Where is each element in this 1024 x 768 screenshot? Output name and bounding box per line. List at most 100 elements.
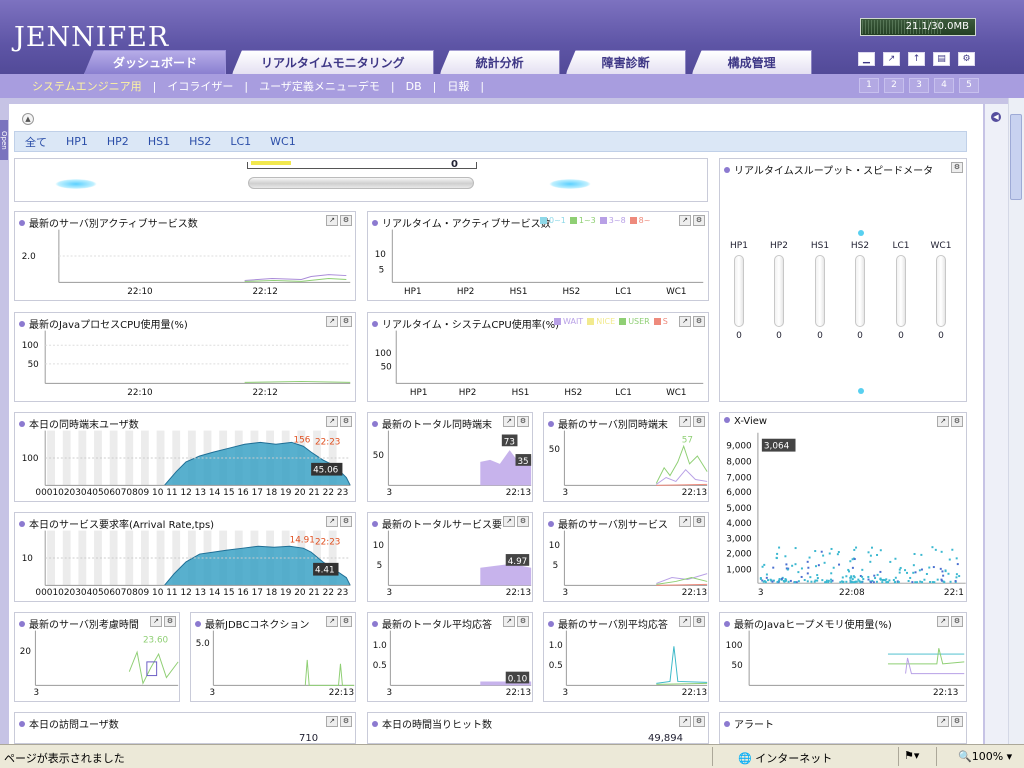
xview-point	[849, 581, 852, 584]
xview-point	[914, 581, 917, 584]
y-tick: 5.0	[196, 639, 210, 649]
x-tick: HS2	[564, 388, 582, 398]
panel-realtime-active: リアルタイム・アクティブサービス数 0~1 1~3 3~8 8~ ↗ ⚙ 10 5…	[367, 211, 709, 301]
xview-point	[784, 580, 787, 583]
xview-point	[830, 578, 833, 581]
popout-icon[interactable]: ↗	[679, 716, 691, 727]
subnav-equalizer[interactable]: イコライザー	[167, 78, 233, 94]
popout-icon[interactable]: ↗	[883, 52, 900, 66]
settings-icon[interactable]: ⚙	[958, 52, 975, 66]
x-tick: 3	[386, 588, 392, 598]
xview-point	[800, 575, 803, 578]
minimize-icon[interactable]: ▁	[858, 52, 875, 66]
panel-title: リアルタイムスループット・スピードメータ	[724, 162, 933, 177]
page-button-4[interactable]: 4	[934, 78, 954, 93]
tab-statistics[interactable]: 統計分析	[439, 50, 560, 74]
x-tick: 3	[386, 688, 392, 698]
xview-point	[879, 549, 882, 552]
xview-point	[814, 550, 817, 553]
popout-icon[interactable]: ↗	[937, 716, 949, 727]
xview-point	[906, 571, 909, 574]
filter-hp1[interactable]: HP1	[66, 135, 88, 148]
xview-point	[849, 579, 852, 582]
xview-point	[830, 572, 833, 575]
popout-icon[interactable]: ↗	[326, 716, 338, 727]
panel-concurrent-users: 本日の同時端末ユーザ数 ↗ ⚙ 100 00010203040506070809 …	[14, 412, 356, 502]
xview-point	[806, 580, 809, 583]
series-line	[655, 444, 708, 484]
xview-point	[827, 579, 830, 582]
x-tick: 3	[758, 588, 764, 598]
xview-point	[947, 572, 950, 575]
config-icon[interactable]: ⚙	[340, 716, 352, 727]
value-label: 23.60	[143, 635, 169, 645]
hits-value: 49,894	[648, 733, 683, 744]
config-icon[interactable]: ⚙	[951, 162, 963, 173]
xview-point	[879, 570, 882, 573]
filter-hp2[interactable]: HP2	[107, 135, 129, 148]
protected-mode-icon[interactable]: ⚑▾	[904, 749, 919, 762]
filter-wc1[interactable]: WC1	[270, 135, 296, 148]
xview-point	[821, 579, 824, 582]
xview-point	[875, 580, 878, 583]
zoom-level[interactable]: 🔍100% ▾	[958, 750, 1012, 763]
subnav-db[interactable]: DB	[406, 80, 422, 93]
filter-hs1[interactable]: HS1	[148, 135, 170, 148]
page-button-1[interactable]: 1	[859, 78, 879, 93]
print-icon[interactable]: ▤	[933, 52, 950, 66]
page-button-5[interactable]: 5	[959, 78, 979, 93]
x-tick: WC1	[666, 388, 686, 398]
xview-point	[797, 580, 800, 583]
scrollbar-thumb[interactable]	[1010, 114, 1022, 200]
panel-java-heap: 最新のJavaヒープメモリ使用量(%) ↗ ⚙ 100 50 22:13	[719, 612, 967, 702]
config-icon[interactable]: ⚙	[693, 716, 705, 727]
page-button-2[interactable]: 2	[884, 78, 904, 93]
y-tick: 50	[373, 451, 385, 461]
tab-diagnosis[interactable]: 障害診断	[565, 50, 686, 74]
xview-point	[944, 569, 947, 572]
filter-hs2[interactable]: HS2	[189, 135, 211, 148]
open-side-tab[interactable]: Open	[0, 120, 8, 160]
x-tick: 22:13	[933, 688, 958, 698]
throughput-value: 0	[938, 331, 944, 341]
filter-lc1[interactable]: LC1	[230, 135, 251, 148]
value-label: 57	[682, 435, 693, 445]
subnav-system-engineer[interactable]: システムエンジニア用	[32, 78, 142, 94]
x-tick: 22:13	[329, 688, 354, 698]
xview-point	[816, 574, 819, 577]
xview-point	[936, 578, 939, 581]
y-tick: 8,000	[726, 457, 752, 467]
tab-configuration[interactable]: 構成管理	[691, 50, 812, 74]
config-icon[interactable]: ⚙	[951, 716, 963, 727]
filter-all[interactable]: 全て	[25, 134, 47, 150]
total-concurrent-chart: 50 3 22:13 73 35	[373, 430, 532, 498]
export-icon[interactable]: ↑	[908, 52, 925, 66]
xview-point	[898, 571, 901, 574]
xview-point	[867, 578, 870, 581]
x-tick: 22:12	[252, 287, 277, 297]
x-tick: LC1	[615, 388, 632, 398]
xview-point	[925, 572, 928, 575]
page-button-3[interactable]: 3	[909, 78, 929, 93]
tab-realtime[interactable]: リアルタイムモニタリング	[232, 50, 434, 74]
y-tick: 100	[726, 641, 743, 651]
xview-point	[841, 576, 844, 579]
subnav-daily-report[interactable]: 日報	[447, 78, 469, 94]
xview-point	[956, 563, 959, 566]
xview-point	[776, 581, 779, 584]
x-tick: HP1	[410, 388, 428, 398]
y-tick: 0.5	[549, 661, 563, 671]
xview-point	[787, 580, 790, 583]
xview-point	[808, 556, 811, 559]
rail-toggle-icon[interactable]: ◀	[991, 112, 1001, 122]
xview-point	[820, 550, 823, 553]
xview-point	[869, 554, 872, 557]
subnav-user-menu-demo[interactable]: ユーザ定義メニューデモ	[259, 78, 380, 94]
xview-point	[914, 571, 917, 574]
xview-point	[943, 581, 946, 584]
collapse-icon[interactable]: ▲	[22, 113, 34, 125]
panel-title: アラート	[724, 716, 774, 731]
panel-server-service: 最新のサーバ別サービス ↗ ⚙ 10 5 3 22:13	[543, 512, 709, 602]
tab-dashboard[interactable]: ダッシュボード	[84, 50, 227, 74]
xview-point	[838, 563, 841, 566]
